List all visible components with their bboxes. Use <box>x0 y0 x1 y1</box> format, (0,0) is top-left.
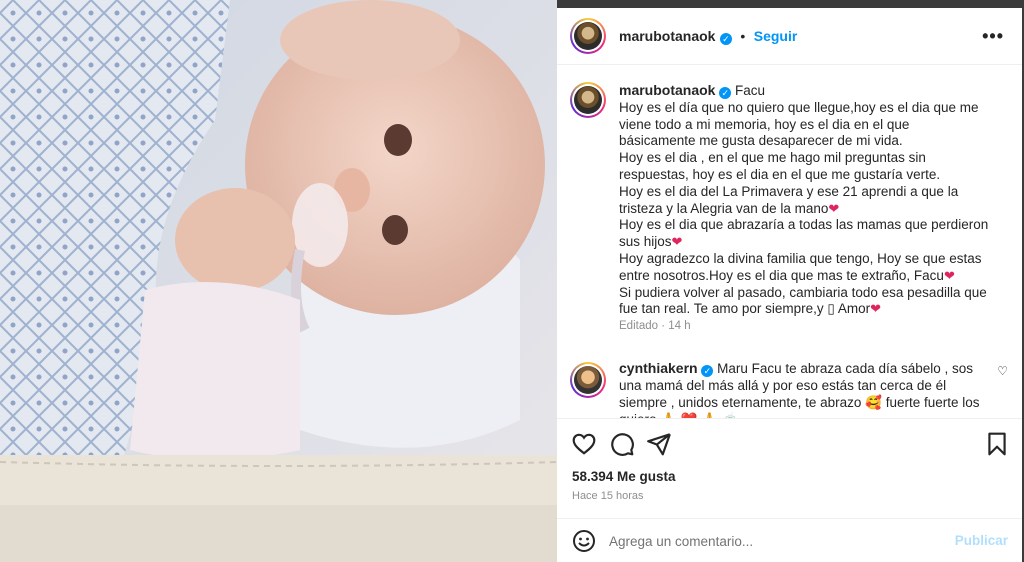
verified-badge-icon: ✓ <box>701 365 714 377</box>
post-photo[interactable] <box>0 0 557 562</box>
comment-input[interactable] <box>609 531 939 551</box>
caption-line: Hoy es el dia , en el que me hago mil pr… <box>619 150 941 182</box>
author-avatar[interactable] <box>570 18 606 54</box>
caption-line: Hoy es el día que no quiero que llegue,h… <box>619 99 979 149</box>
publish-button[interactable]: Publicar <box>955 533 1008 548</box>
caption-meta: Editado · 14 h <box>619 320 691 333</box>
verified-badge-icon: ✓ <box>719 33 732 45</box>
header-info: marubotanaok ✓ • Seguir <box>619 28 797 46</box>
comment-bubble-icon[interactable] <box>609 431 635 457</box>
add-comment-bar: Publicar <box>557 518 1022 562</box>
post-timestamp[interactable]: Hace 15 horas <box>572 490 644 502</box>
separator-dot: • <box>740 28 746 44</box>
heart-emoji-icon: ❤ <box>828 200 840 216</box>
caption-line: Facu <box>735 83 766 98</box>
likes-count[interactable]: 58.394 Me gusta <box>572 469 676 484</box>
like-heart-icon[interactable] <box>571 431 597 457</box>
caption-line: Amor <box>837 301 871 317</box>
comment-like-icon[interactable]: ♡ <box>997 364 1008 378</box>
comments-section: marubotanaok ✓ Facu Hoy es el día que no… <box>557 66 1022 418</box>
author-username[interactable]: marubotanaok <box>619 28 715 44</box>
caption-author-avatar[interactable] <box>570 82 606 118</box>
follow-button[interactable]: Seguir <box>754 28 798 44</box>
post-side-panel: marubotanaok ✓ • Seguir ••• marubotanaok… <box>557 8 1022 562</box>
heart-emoji-icon: ❤ <box>943 267 955 283</box>
missing-glyph-icon: ▯ <box>827 301 835 317</box>
save-bookmark-icon[interactable] <box>984 431 1010 457</box>
caption-line: Si pudiera volver al pasado, cambiaria t… <box>619 284 987 317</box>
heart-emoji-icon: ❤ <box>870 301 881 317</box>
emoji-picker-icon[interactable] <box>572 529 596 553</box>
caption: marubotanaok ✓ Facu Hoy es el día que no… <box>619 82 989 335</box>
smiling-face-emoji-icon: 🥰 <box>865 395 882 410</box>
caption-author[interactable]: marubotanaok <box>619 82 715 98</box>
commenter-avatar[interactable] <box>570 362 606 398</box>
post-actions: 58.394 Me gusta Hace 15 horas <box>557 418 1022 526</box>
share-send-icon[interactable] <box>646 431 672 457</box>
post-header: marubotanaok ✓ • Seguir ••• <box>557 8 1022 65</box>
caption-line: Hoy es el dia del La Primavera y ese 21 … <box>619 183 959 216</box>
verified-badge-icon: ✓ <box>719 87 732 99</box>
caption-line: Hoy agradezco la divina familia que teng… <box>619 250 982 283</box>
commenter-username[interactable]: cynthiakern <box>619 360 698 376</box>
more-options-icon[interactable]: ••• <box>982 26 1004 47</box>
heart-emoji-icon: ❤ <box>671 234 683 250</box>
baby-photo-illustration <box>0 0 557 562</box>
comment-item: cynthiakern ✓ Maru Facu te abraza cada d… <box>619 360 994 418</box>
